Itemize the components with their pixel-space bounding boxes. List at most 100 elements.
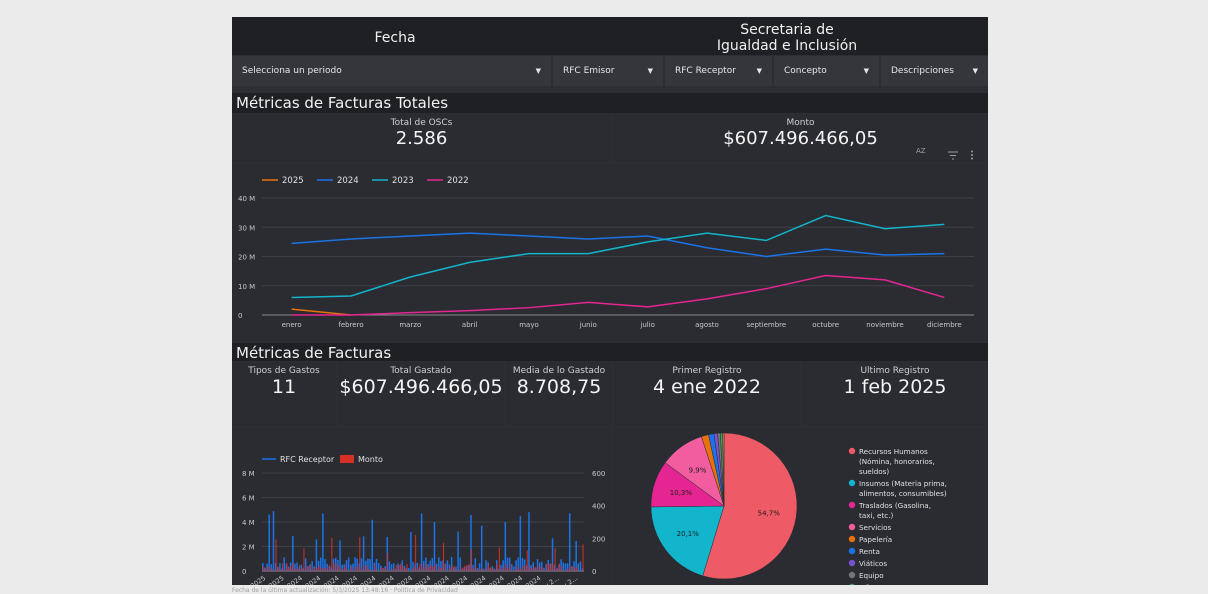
kpi-primer-value: 4 ene 2022 [653,376,761,398]
kpi-total-oscs-label: Total de OSCs [390,118,453,128]
bar-rfc-receptor [435,563,438,571]
bar-monto [382,568,384,571]
concepto-filter[interactable]: Concepto ▼ [774,56,879,86]
bar-monto [286,563,288,571]
x-tick-label: octubre [812,321,839,329]
x-tick-label: junio [579,321,597,329]
y-right-tick-label: 400 [592,503,605,511]
bar-monto [423,567,425,571]
descripciones-label: Descripciones [891,66,954,76]
x-tick-label: agosto [695,321,719,329]
filter-icon[interactable] [948,145,958,164]
bar-monto [462,567,464,571]
bar-monto [367,569,369,571]
x-tick-label: febrero [338,321,363,329]
series-line-2025 [291,308,352,316]
y-left-tick-label: 8 M [242,470,255,478]
bar-monto [449,567,451,571]
bar-monto [556,568,558,571]
daily-bar-chart: RFC Receptor Monto 0 2 M 4 M 6 M 8 M 0 200 400 600… [232,428,611,585]
chevron-down-icon: ▼ [972,67,978,75]
org-title: Secretaria de Igualdad e Inclusión [632,22,942,54]
bar-monto [331,537,333,571]
bar-monto [552,563,554,571]
bar-monto [427,567,430,571]
more-vert-icon[interactable] [970,145,974,164]
bar-rfc-receptor [579,561,582,571]
legend-label: Papelería [859,535,892,544]
bar-monto [262,566,264,571]
bar-monto [305,567,307,571]
bar-monto [337,565,339,571]
bar-monto [365,565,367,571]
y-tick-label: 20 M [238,254,255,262]
bar-monto [505,563,507,571]
bar-monto [324,567,326,571]
chevron-down-icon: ▼ [535,67,541,75]
kpi-primer-registro: Primer Registro 4 ene 2022 [614,362,800,426]
y-tick-label: 40 M [238,195,255,203]
bar-rfc-receptor [568,513,571,571]
bar-rfc-receptor [577,563,580,571]
bar-monto [453,565,455,571]
bar-monto [320,568,322,571]
bar-monto [322,567,324,571]
bar-monto [537,565,539,571]
bar-monto [561,566,563,571]
bar-monto [451,565,453,571]
bar-monto [468,563,470,571]
bar-monto [344,565,346,571]
chevron-down-icon: ▼ [863,67,869,75]
bar-monto [350,566,352,571]
bar-monto [412,567,414,571]
bar-monto [288,567,290,571]
bar-monto [554,548,556,571]
bar-monto [494,569,496,571]
kpi-ultimo-value: 1 feb 2025 [843,376,947,398]
org-title-line1: Secretaria de [740,22,834,38]
legend-label: Renta [859,547,880,556]
bar-monto [576,567,578,571]
legend-label-2022: 2022 [447,176,469,186]
bar-rfc-receptor [339,540,341,571]
y-left-tick-label: 6 M [242,495,255,503]
bar-monto [329,565,331,571]
bar-monto [346,568,348,571]
bar-monto [488,563,490,571]
descripciones-filter[interactable]: Descripciones ▼ [881,56,988,86]
period-selector-label: Selecciona un periodo [242,66,342,76]
x-tick-label: septiembre [746,321,786,329]
pie-slice-label: 20,1% [677,530,700,538]
rfc-emisor-label: RFC Emisor [563,66,615,76]
rfc-emisor-filter[interactable]: RFC Emisor ▼ [553,56,663,86]
bar-monto [273,570,275,571]
bar-monto [438,566,440,571]
legend-label: Equipo [859,571,884,580]
kpi-ultimo-label: Ultimo Registro [860,366,930,376]
bar-monto [408,570,410,571]
bar-monto [485,567,487,571]
sort-icon[interactable]: AZ [916,147,926,155]
bar-rfc-receptor [347,557,350,571]
bar-monto [546,563,548,571]
period-selector[interactable]: Selecciona un periodo ▼ [232,56,551,86]
bar-monto [421,563,423,571]
bar-rfc-receptor [388,561,391,571]
pie-chart-svg: 54,7% 20,1% 10,3% 9,9% Recursos Humanos (Nómi… [650,432,947,585]
bar-monto [515,566,518,571]
bar-monto [415,534,417,571]
x-tick-label: julio [639,321,655,329]
kpi-monto-label: Monto [786,118,815,128]
bar-rfc-receptor [457,531,459,571]
bar-monto [490,567,492,571]
legend-label: Traslados (Gasolina, taxi, etc.) [858,501,931,520]
kpi-total-oscs-value: 2.586 [395,128,448,149]
bar-monto [385,568,387,571]
kpi-media-label: Media de lo Gastado [512,366,606,376]
x-tick-label: enero [282,321,302,329]
bar-monto [470,549,472,571]
org-title-line2: Igualdad e Inclusión [716,38,858,54]
bar-rfc-receptor [268,514,270,571]
bar-monto [354,567,357,571]
rfc-receptor-filter[interactable]: RFC Receptor ▼ [665,56,772,86]
